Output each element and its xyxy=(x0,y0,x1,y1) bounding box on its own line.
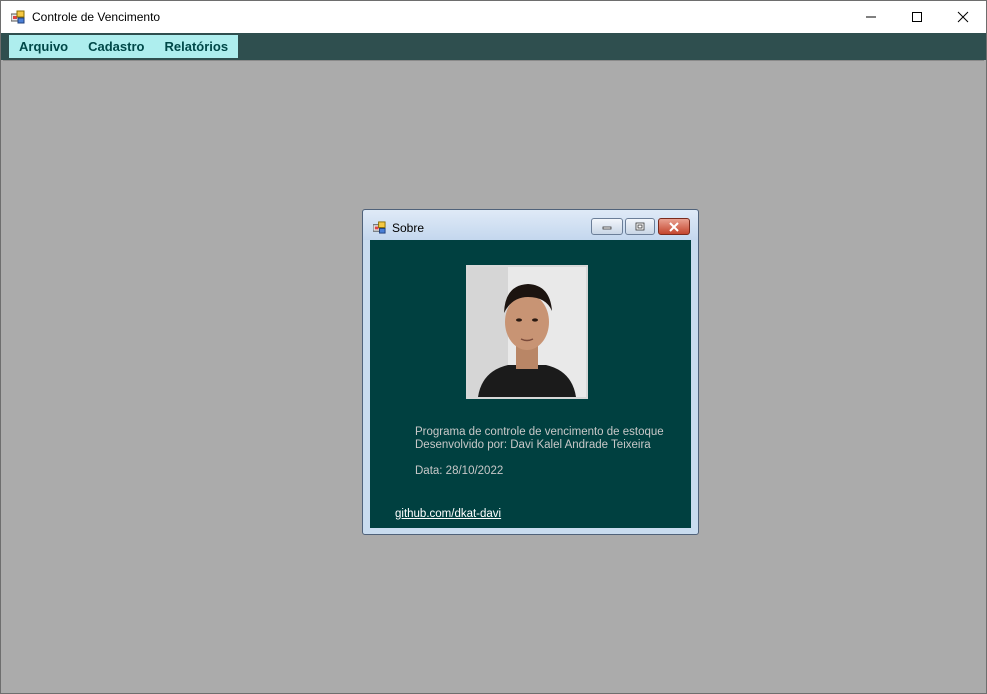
dialog-close-button[interactable] xyxy=(658,218,690,235)
date-label: Data: 28/10/2022 xyxy=(415,465,504,477)
maximize-button[interactable] xyxy=(894,1,940,33)
minimize-button[interactable] xyxy=(848,1,894,33)
description-line-1: Programa de controle de vencimento de es… xyxy=(415,426,664,438)
description-line-2: Desenvolvido por: Davi Kalel Andrade Tei… xyxy=(415,439,651,451)
profile-photo xyxy=(466,265,588,399)
dialog-minimize-button[interactable] xyxy=(591,218,623,235)
close-button[interactable] xyxy=(940,1,986,33)
menu-item-relatorios[interactable]: Relatórios xyxy=(154,35,238,58)
minimize-icon xyxy=(866,16,876,18)
github-link[interactable]: github.com/dkat-davi xyxy=(395,508,501,520)
close-icon xyxy=(957,11,969,23)
person-photo-icon xyxy=(468,267,586,397)
title-bar[interactable]: Controle de Vencimento xyxy=(1,1,986,33)
dialog-maximize-button[interactable] xyxy=(625,218,655,235)
window-title: Controle de Vencimento xyxy=(32,10,161,24)
menu-item-arquivo[interactable]: Arquivo xyxy=(9,35,78,58)
menu-strip: Arquivo Cadastro Relatórios xyxy=(9,35,239,58)
minimize-icon xyxy=(602,226,612,229)
about-dialog: Sobre Programa de controle de vencimento… xyxy=(362,209,699,535)
menu-bar: Arquivo Cadastro Relatórios xyxy=(1,33,986,60)
app-icon xyxy=(373,221,386,234)
menu-item-cadastro[interactable]: Cadastro xyxy=(78,35,154,58)
maximize-icon xyxy=(912,12,922,22)
app-icon xyxy=(11,10,25,24)
dialog-title: Sobre xyxy=(392,221,425,235)
close-icon xyxy=(669,221,679,232)
dialog-title-bar[interactable]: Sobre xyxy=(363,210,698,240)
maximize-icon xyxy=(635,222,645,230)
dialog-content: Programa de controle de vencimento de es… xyxy=(370,240,691,528)
